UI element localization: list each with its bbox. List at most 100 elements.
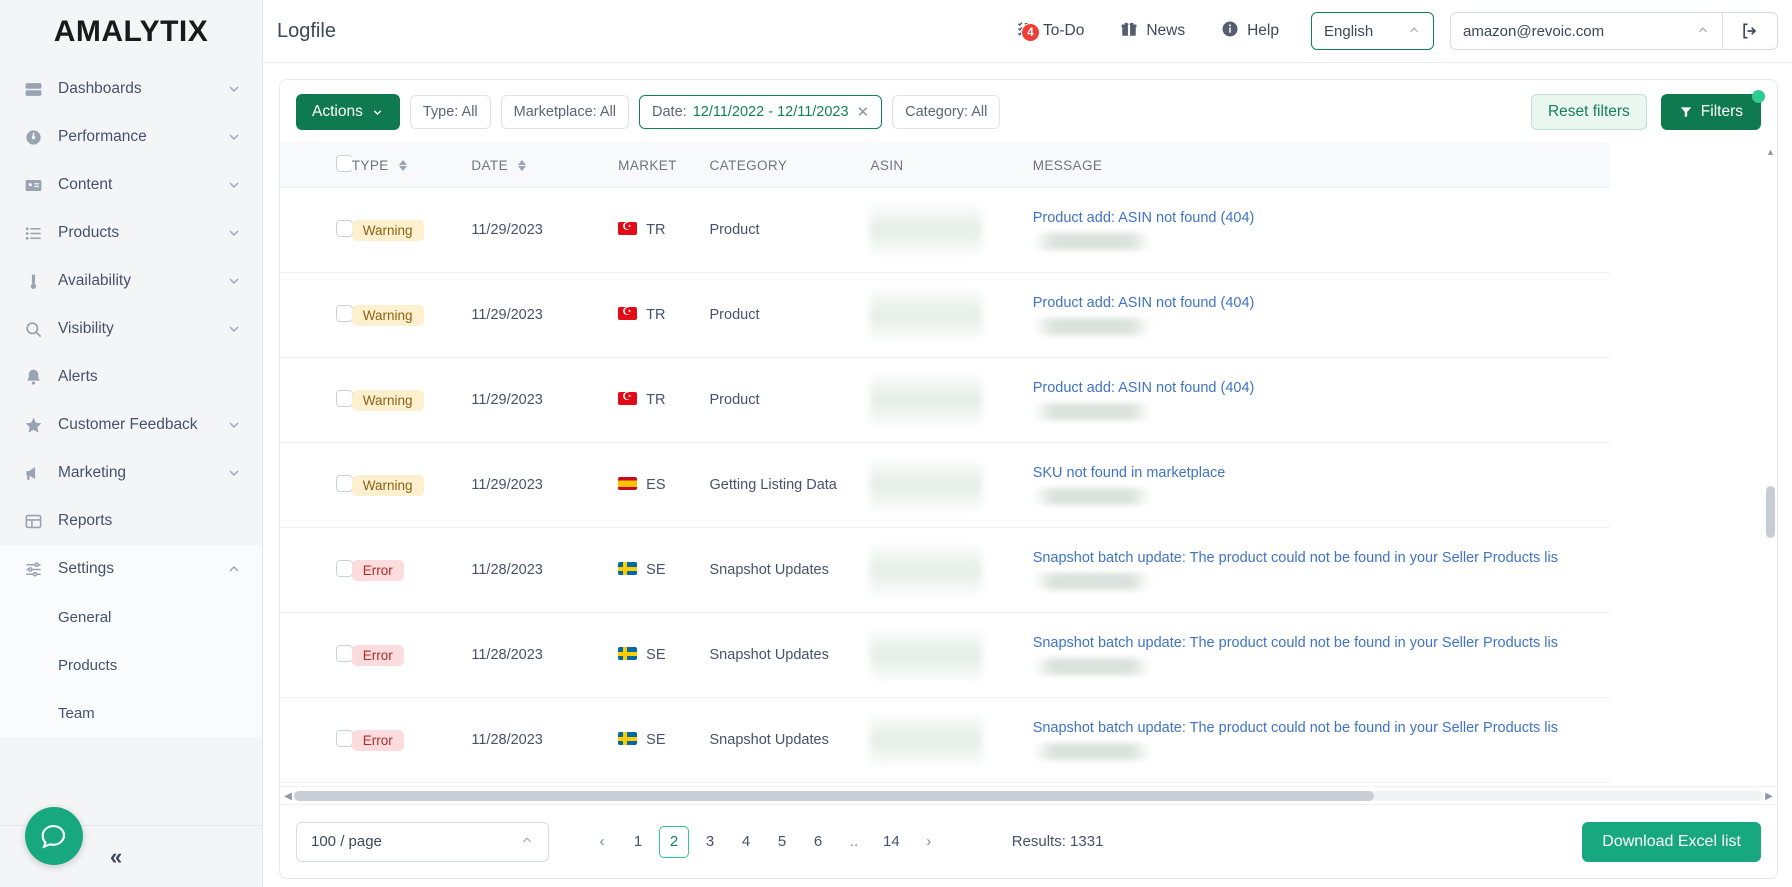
row-type-cell: Error — [351, 697, 472, 783]
sidebar-nav: Dashboards Performance Content Products — [0, 63, 262, 825]
results-count: Results: 1331 — [1011, 833, 1104, 850]
table-row[interactable]: Error 11/28/2023 SE Snapshot Updates Snapsho… — [280, 612, 1610, 698]
row-checkbox[interactable] — [336, 304, 353, 322]
filter-chip-marketplace[interactable]: Marketplace: All — [500, 95, 630, 129]
message-link[interactable]: Snapshot batch update: The product could… — [1033, 720, 1558, 736]
row-date-cell: 11/29/2023 — [471, 272, 619, 358]
top-header: Logfile 4 To-Do News Help English amazon… — [263, 0, 1792, 63]
message-link[interactable]: Product add: ASIN not found (404) — [1033, 380, 1255, 396]
pagination-page-1[interactable]: 1 — [623, 826, 653, 858]
news-button[interactable]: News — [1102, 20, 1203, 43]
row-date-cell: 11/29/2023 — [471, 187, 619, 273]
account-select[interactable]: amazon@revoic.com — [1450, 12, 1722, 50]
sidebar-item-customer-feedback[interactable]: Customer Feedback — [0, 401, 262, 449]
pagination-page-5[interactable]: 5 — [767, 826, 797, 858]
pagination-page-6[interactable]: 6 — [803, 826, 833, 858]
table-row[interactable]: Error 11/28/2023 SE Snapshot Updates Snapsho… — [280, 697, 1610, 783]
table-row[interactable]: Warning 11/29/2023 ES Getting Listing Data S… — [280, 442, 1610, 528]
row-type-cell: Warning — [351, 272, 472, 358]
sidebar-item-alerts[interactable]: Alerts — [0, 353, 262, 401]
filter-chip-category[interactable]: Category: All — [892, 95, 1001, 129]
sidebar-item-settings-team[interactable]: Team — [0, 689, 262, 737]
chat-bubble-icon[interactable] — [25, 807, 83, 865]
table-row[interactable]: Warning 11/29/2023 TR Product Product add: A… — [280, 357, 1610, 443]
sidebar-item-settings[interactable]: Settings — [0, 545, 262, 593]
message-link[interactable]: SKU not found in marketplace — [1033, 465, 1226, 481]
sidebar-item-marketing[interactable]: Marketing — [0, 449, 262, 497]
pagination-ellipsis: .. — [849, 833, 859, 850]
message-link[interactable]: Product add: ASIN not found (404) — [1033, 295, 1255, 311]
sidebar: AMALYTIX Dashboards Performance Content … — [0, 0, 263, 887]
column-header-type[interactable]: TYPE — [351, 142, 472, 188]
scrollbar-thumb[interactable] — [1766, 486, 1775, 539]
row-checkbox[interactable] — [336, 474, 353, 492]
sort-toggle-date[interactable] — [518, 160, 527, 172]
scroll-right-icon[interactable]: ▶ — [1763, 789, 1775, 803]
pagination-page-3[interactable]: 3 — [695, 826, 725, 858]
content-area: Actions Type: All Marketplace: All Date:… — [263, 63, 1792, 887]
message-link[interactable]: Snapshot batch update: The product could… — [1033, 635, 1558, 651]
row-asin-cell — [870, 697, 1023, 783]
filter-chip-type[interactable]: Type: All — [409, 95, 491, 129]
logout-button[interactable] — [1722, 12, 1778, 50]
funnel-icon — [1680, 107, 1692, 118]
row-checkbox[interactable] — [336, 729, 353, 747]
pagination-page-14[interactable]: 14 — [875, 826, 908, 858]
table-row[interactable]: Error 11/28/2023 SE Snapshot Updates Snapsho… — [280, 527, 1610, 613]
help-button[interactable]: Help — [1203, 20, 1297, 43]
sidebar-item-content[interactable]: Content — [0, 161, 262, 209]
table-row[interactable]: Warning 11/29/2023 TR Product Product add: A… — [280, 272, 1610, 358]
sidebar-item-settings-products[interactable]: Products — [0, 641, 262, 689]
filter-chip-date[interactable]: Date: 12/11/2022 - 12/11/2023 ✕ — [639, 95, 883, 129]
pagination-next-button[interactable]: › — [914, 826, 944, 858]
row-category-cell: Product — [709, 272, 871, 358]
filters-button[interactable]: Filters — [1660, 90, 1765, 130]
reset-filters-button[interactable]: Reset filters — [1530, 94, 1647, 130]
scroll-left-icon[interactable]: ◀ — [282, 789, 294, 803]
flag-icon-se — [618, 732, 638, 745]
row-date-cell: 11/28/2023 — [471, 527, 619, 613]
chevron-down-icon — [226, 321, 242, 337]
table-vertical-scrollbar[interactable]: ▲ ▼ — [1766, 142, 1775, 804]
sidebar-item-reports[interactable]: Reports — [0, 497, 262, 545]
filters-label: Filters — [1700, 103, 1743, 120]
hscrollbar-thumb[interactable] — [294, 791, 1374, 801]
row-checkbox[interactable] — [336, 389, 353, 407]
row-checkbox[interactable] — [336, 559, 353, 577]
sidebar-item-products[interactable]: Products — [0, 209, 262, 257]
filters-active-badge — [1752, 90, 1765, 103]
table-row[interactable]: Warning 11/29/2023 TR Product Product add: A… — [280, 187, 1610, 273]
close-icon[interactable]: ✕ — [857, 103, 870, 121]
row-checkbox[interactable] — [336, 644, 353, 662]
actions-button[interactable]: Actions — [296, 94, 400, 130]
sort-toggle-type[interactable] — [398, 160, 407, 172]
redacted-asin — [870, 289, 983, 341]
pagination-prev-button[interactable]: ‹ — [587, 826, 617, 858]
select-all-checkbox[interactable] — [336, 155, 353, 172]
row-category-cell: Product — [709, 187, 871, 273]
message-link[interactable]: Snapshot batch update: The product could… — [1033, 550, 1558, 566]
language-select[interactable]: English — [1311, 12, 1434, 50]
column-header-date[interactable]: DATE — [471, 142, 619, 188]
scroll-up-icon[interactable]: ▲ — [1766, 144, 1775, 160]
row-checkbox-cell — [280, 442, 353, 528]
message-link[interactable]: Product add: ASIN not found (404) — [1033, 210, 1255, 226]
status-badge: Warning — [351, 219, 424, 241]
market-code: SE — [646, 647, 666, 663]
sidebar-item-visibility[interactable]: Visibility — [0, 305, 262, 353]
pagination-page-2[interactable]: 2 — [659, 825, 689, 858]
collapse-sidebar-icon[interactable]: « — [110, 845, 122, 868]
download-excel-button[interactable]: Download Excel list — [1582, 821, 1761, 862]
sidebar-item-label: Settings — [58, 560, 115, 577]
page-size-select[interactable]: 100 / page — [296, 821, 549, 862]
sidebar-item-label: Alerts — [58, 368, 98, 385]
row-type-cell: Warning — [351, 187, 472, 273]
sidebar-item-dashboards[interactable]: Dashboards — [0, 65, 262, 113]
sidebar-item-settings-general[interactable]: General — [0, 593, 262, 641]
table-horizontal-scrollbar[interactable]: ◀ ▶ — [280, 786, 1777, 804]
sidebar-item-availability[interactable]: Availability — [0, 257, 262, 305]
sidebar-item-performance[interactable]: Performance — [0, 113, 262, 161]
pagination-page-4[interactable]: 4 — [731, 826, 761, 858]
todo-button[interactable]: 4 To-Do — [998, 19, 1102, 43]
row-checkbox[interactable] — [336, 219, 353, 237]
